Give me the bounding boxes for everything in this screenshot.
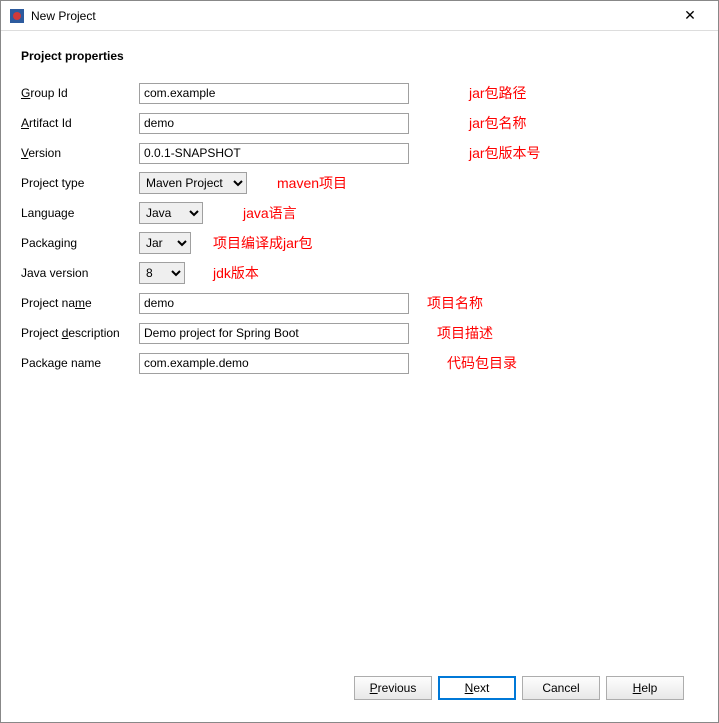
annot-artifact-id: jar包名称	[469, 113, 527, 133]
annot-packaging: 项目编译成jar包	[213, 233, 313, 253]
annot-group-id: jar包路径	[469, 83, 527, 103]
package-name-input[interactable]	[139, 353, 409, 374]
row-java-version: Java version 8 jdk版本	[21, 261, 698, 285]
annot-version: jar包版本号	[469, 143, 541, 163]
next-button[interactable]: Next	[438, 676, 516, 700]
annot-java-version: jdk版本	[213, 263, 259, 283]
project-description-input[interactable]	[139, 323, 409, 344]
row-group-id: Group Id jar包路径	[21, 81, 698, 105]
new-project-dialog: New Project ✕ Project properties Group I…	[0, 0, 719, 723]
row-language: Language Java java语言	[21, 201, 698, 225]
window-title: New Project	[31, 9, 670, 23]
label-language: Language	[21, 206, 139, 220]
label-group-id: Group Id	[21, 86, 139, 100]
row-packaging: Packaging Jar 项目编译成jar包	[21, 231, 698, 255]
label-artifact-id: Artifact Id	[21, 116, 139, 130]
app-icon	[9, 8, 25, 24]
label-version: Version	[21, 146, 139, 160]
row-project-type: Project type Maven Project maven项目	[21, 171, 698, 195]
help-button[interactable]: Help	[606, 676, 684, 700]
label-packaging: Packaging	[21, 236, 139, 250]
row-artifact-id: Artifact Id jar包名称	[21, 111, 698, 135]
version-input[interactable]	[139, 143, 409, 164]
annot-package-name: 代码包目录	[447, 353, 517, 373]
dialog-content: Project properties Group Id jar包路径 Artif…	[1, 31, 718, 722]
form: Group Id jar包路径 Artifact Id jar包名称 Versi…	[21, 81, 698, 670]
titlebar: New Project ✕	[1, 1, 718, 31]
java-version-select[interactable]: 8	[139, 262, 185, 284]
close-icon[interactable]: ✕	[670, 2, 710, 30]
button-bar: Previous Next Cancel Help	[21, 670, 698, 712]
group-id-input[interactable]	[139, 83, 409, 104]
packaging-select[interactable]: Jar	[139, 232, 191, 254]
annot-language: java语言	[243, 203, 297, 223]
project-name-input[interactable]	[139, 293, 409, 314]
row-project-description: Project description 项目描述	[21, 321, 698, 345]
label-package-name: Package name	[21, 356, 139, 370]
artifact-id-input[interactable]	[139, 113, 409, 134]
section-title: Project properties	[21, 49, 698, 63]
label-java-version: Java version	[21, 266, 139, 280]
previous-button[interactable]: Previous	[354, 676, 432, 700]
row-project-name: Project name 项目名称	[21, 291, 698, 315]
label-project-type: Project type	[21, 176, 139, 190]
label-project-name: Project name	[21, 296, 139, 310]
annot-project-description: 项目描述	[437, 323, 493, 343]
annot-project-type: maven项目	[277, 173, 347, 193]
language-select[interactable]: Java	[139, 202, 203, 224]
label-project-description: Project description	[21, 326, 139, 340]
project-type-select[interactable]: Maven Project	[139, 172, 247, 194]
cancel-button[interactable]: Cancel	[522, 676, 600, 700]
annot-project-name: 项目名称	[427, 293, 483, 313]
row-version: Version jar包版本号	[21, 141, 698, 165]
row-package-name: Package name 代码包目录	[21, 351, 698, 375]
